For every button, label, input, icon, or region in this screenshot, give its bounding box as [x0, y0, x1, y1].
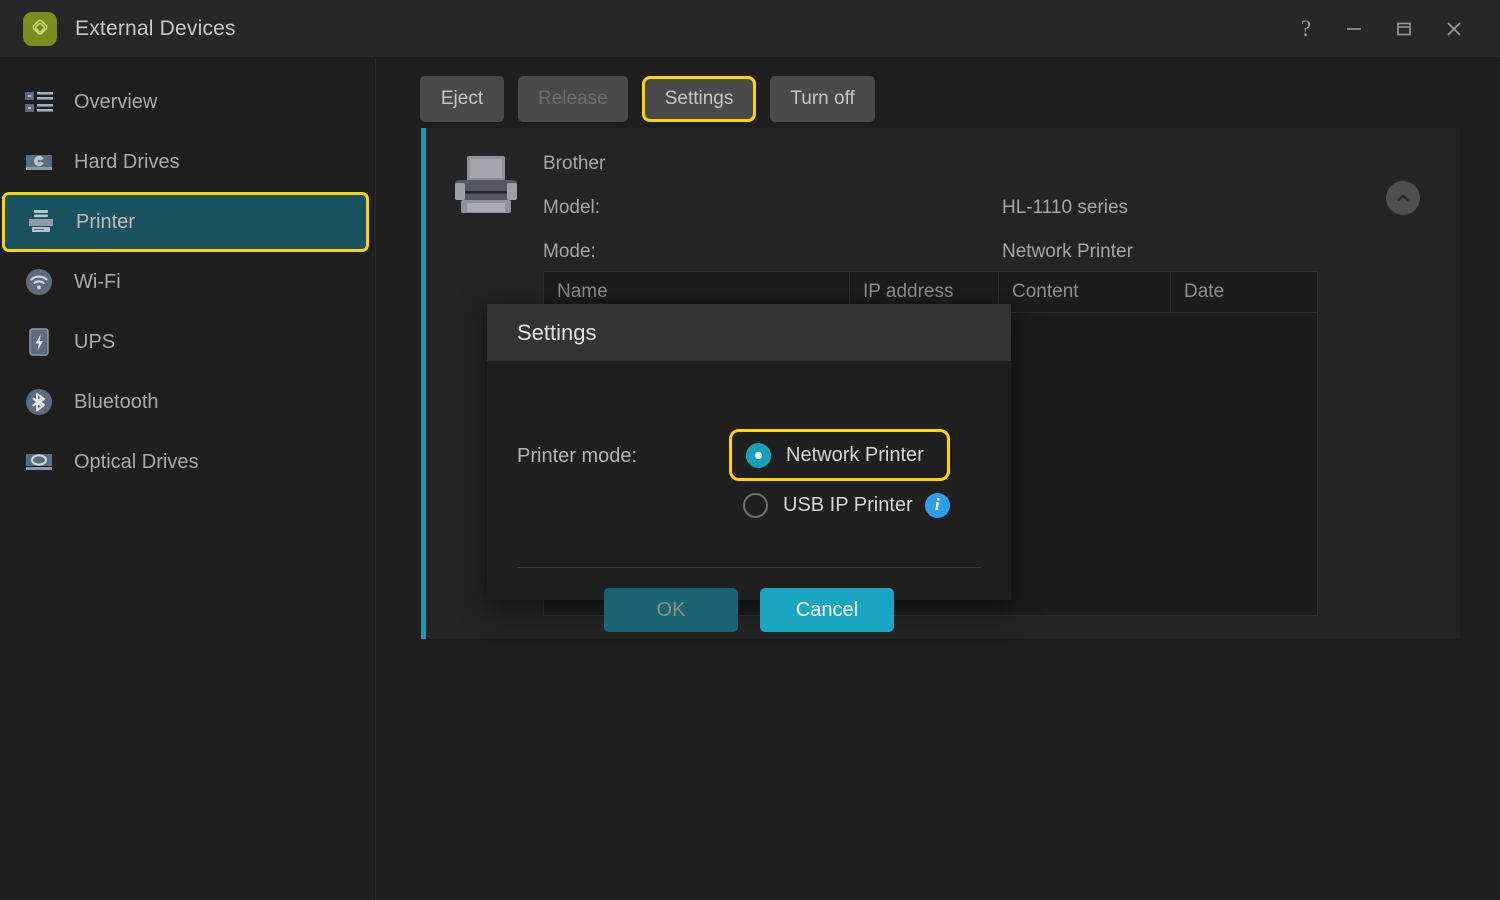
eject-button[interactable]: Eject [420, 76, 504, 122]
sidebar-item-printer[interactable]: Printer [2, 192, 369, 252]
sidebar-item-ups[interactable]: UPS [0, 312, 375, 372]
sidebar-item-bluetooth[interactable]: Bluetooth [0, 372, 375, 432]
printer-mode-radio-group: Network Printer USB IP Printer i [729, 429, 950, 529]
device-toolbar: Eject Release Settings Turn off [420, 76, 875, 122]
device-brand: Brother [543, 153, 606, 174]
optical-drive-icon [22, 445, 56, 479]
turn-off-button[interactable]: Turn off [770, 76, 875, 122]
column-header-content[interactable]: Content [999, 272, 1171, 312]
window-controls: ? [1282, 0, 1500, 58]
sidebar-item-label: Optical Drives [74, 450, 199, 473]
device-model-value: HL-1110 series [1002, 197, 1129, 218]
sidebar-navigation: Overview Hard Drives Printer Wi-Fi UPS B… [0, 58, 376, 900]
sidebar-item-label: Wi-Fi [74, 270, 121, 293]
sidebar-item-label: Hard Drives [74, 150, 180, 173]
app-logo-icon [23, 11, 57, 46]
settings-dialog: Settings Printer mode: Network Printer U… [487, 304, 1011, 632]
radio-label: Network Printer [786, 443, 924, 466]
printer-icon [24, 205, 58, 239]
sidebar-item-label: Printer [76, 210, 135, 233]
radio-unselected-icon [743, 492, 768, 518]
bluetooth-icon [22, 385, 56, 419]
column-header-date[interactable]: Date [1171, 272, 1317, 312]
device-mode-value: Network Printer [1002, 241, 1133, 262]
info-icon[interactable]: i [924, 492, 950, 518]
device-field-labels: Brother Model: Mode: [543, 142, 605, 274]
radio-selected-icon [746, 442, 771, 468]
sidebar-item-hard-drives[interactable]: Hard Drives [0, 132, 375, 192]
radio-network-printer[interactable]: Network Printer [729, 429, 950, 481]
sidebar-item-overview[interactable]: Overview [0, 72, 375, 132]
maximize-button[interactable] [1380, 0, 1428, 58]
list-overview-icon [22, 85, 56, 119]
chevron-up-icon[interactable] [1386, 181, 1420, 215]
device-mode-label: Mode: [543, 241, 596, 262]
minimize-button[interactable] [1330, 0, 1378, 58]
sidebar-item-optical-drives[interactable]: Optical Drives [0, 432, 375, 492]
dialog-actions: OK Cancel [487, 588, 1011, 632]
sidebar-item-wifi[interactable]: Wi-Fi [0, 252, 375, 312]
dialog-separator [517, 567, 981, 568]
cancel-button[interactable]: Cancel [760, 588, 894, 632]
printer-photo-icon [447, 148, 525, 226]
dialog-title: Settings [487, 304, 1011, 361]
ok-button: OK [604, 588, 738, 632]
ups-battery-icon [22, 325, 56, 359]
sidebar-item-label: Overview [74, 90, 158, 113]
sidebar-item-label: Bluetooth [74, 390, 159, 413]
dialog-body: Printer mode: Network Printer USB IP Pri… [487, 361, 1011, 632]
device-model-label: Model: [543, 197, 601, 218]
printer-mode-label: Printer mode: [517, 445, 638, 467]
wifi-icon [22, 265, 56, 299]
card-accent-bar [421, 128, 426, 639]
device-field-values: HL-1110 series Network Printer [1002, 142, 1133, 274]
radio-usb-ip-printer[interactable]: USB IP Printer i [729, 481, 950, 529]
close-button[interactable] [1430, 0, 1478, 58]
radio-label: USB IP Printer [783, 493, 913, 516]
help-button[interactable]: ? [1282, 0, 1330, 58]
settings-button[interactable]: Settings [641, 76, 757, 122]
title-bar: External Devices ? [0, 0, 1500, 58]
release-button: Release [518, 76, 628, 122]
external-devices-window: External Devices ? Overview Hard Drives … [0, 0, 1500, 900]
sidebar-item-label: UPS [74, 330, 116, 353]
hard-drive-icon [22, 145, 56, 179]
window-title: External Devices [75, 16, 236, 40]
